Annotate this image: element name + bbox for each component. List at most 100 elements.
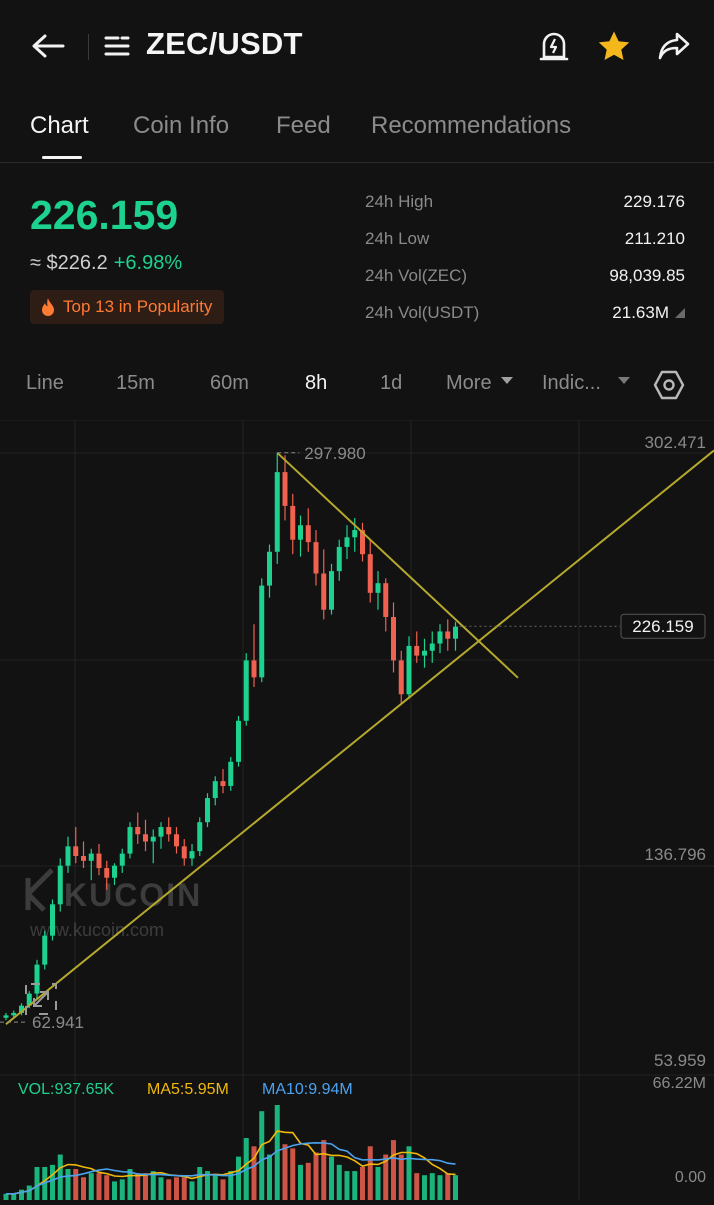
candle-body — [57, 865, 63, 905]
volume-bar — [166, 1179, 172, 1200]
candle-body — [174, 834, 179, 847]
tab-coin-info[interactable]: Coin Info — [133, 112, 229, 140]
stat-label: 24h Vol(ZEC) — [365, 266, 468, 285]
candle-body — [437, 631, 443, 644]
volume-bar — [81, 1177, 86, 1200]
stat-row: 24h Low 211.210 — [365, 229, 685, 259]
price-change: +6.98% — [113, 252, 183, 274]
volume-bar — [88, 1173, 94, 1200]
stat-value: 211.210 — [624, 229, 685, 248]
share-icon[interactable] — [656, 28, 692, 64]
flame-icon — [42, 298, 54, 316]
volume-bar — [158, 1177, 164, 1200]
interval-15m[interactable]: 15m — [116, 372, 155, 395]
top-bar: ZEC/USDT — [0, 0, 714, 92]
low-label: 62.941 — [32, 1013, 84, 1032]
candle-body — [391, 616, 396, 661]
stat-value: 229.176 — [623, 192, 685, 211]
volume-bar — [50, 1164, 55, 1200]
volume-bar — [453, 1175, 458, 1200]
stat-value: 21.63M — [612, 303, 669, 322]
volume-bar — [212, 1175, 218, 1200]
candle-body — [73, 846, 79, 856]
indicators-label: Indic... — [542, 372, 601, 394]
stat-label: 24h Vol(USDT) — [365, 303, 480, 322]
volume-bar — [313, 1152, 319, 1200]
volume-bar — [197, 1166, 203, 1200]
candle-body — [112, 865, 117, 878]
menu-list-icon[interactable] — [100, 28, 136, 64]
candle-body — [158, 827, 164, 837]
interval-line[interactable]: Line — [26, 372, 64, 395]
pair-title[interactable]: ZEC/USDT — [146, 26, 303, 62]
volume-bar — [267, 1154, 272, 1200]
tab-recommendations[interactable]: Recommendations — [371, 112, 571, 140]
stat-row: 24h Vol(USDT) 21.63M — [365, 303, 685, 333]
candle-body — [205, 798, 210, 823]
volume-bars — [3, 1105, 458, 1200]
popularity-text: Top 13 in Popularity — [63, 297, 213, 316]
tab-feed[interactable]: Feed — [276, 112, 331, 140]
volume-bar — [11, 1193, 17, 1200]
active-tab-indicator — [42, 156, 82, 159]
volume-bar — [236, 1156, 241, 1200]
stat-row: 24h Vol(ZEC) 98,039.85 — [365, 266, 685, 296]
volume-bar — [135, 1173, 141, 1200]
price-alert-icon[interactable] — [536, 28, 572, 64]
high-label: 297.980 — [304, 444, 365, 463]
candle-body — [197, 822, 203, 852]
indicators-dropdown[interactable]: Indic... — [542, 372, 631, 395]
volume-bar — [112, 1181, 117, 1200]
candle-body — [212, 781, 218, 799]
fiat-value: ≈ $226.2 — [30, 252, 108, 274]
candle-body — [367, 554, 373, 593]
volume-legend-ma10: MA10:9.94M — [262, 1081, 353, 1098]
volume-bar — [344, 1171, 350, 1200]
volume-bar — [414, 1173, 420, 1200]
interval-1d[interactable]: 1d — [380, 372, 402, 395]
tab-bar: Chart Coin Info Feed Recommendations — [0, 100, 714, 163]
candle-body — [135, 827, 141, 835]
candlestick-chart[interactable]: KUCOIN www.kucoin.com 302.471 136.796 53.9… — [0, 419, 714, 1200]
volume-bar — [127, 1169, 133, 1200]
interval-60m[interactable]: 60m — [210, 372, 249, 395]
popularity-badge[interactable]: Top 13 in Popularity — [30, 290, 225, 324]
candle-body — [267, 551, 272, 586]
volume-bar — [445, 1173, 451, 1200]
candle-body — [329, 571, 334, 610]
interval-more[interactable]: More — [446, 372, 514, 395]
interval-8h[interactable]: 8h — [305, 372, 327, 395]
candle-body — [3, 1015, 9, 1018]
volume-bar — [422, 1175, 427, 1200]
candle-body — [143, 834, 148, 842]
chart-settings-icon[interactable] — [653, 369, 685, 401]
candle-body — [34, 964, 40, 994]
volume-bar — [3, 1193, 9, 1200]
tab-chart[interactable]: Chart — [30, 112, 89, 140]
candle-body — [127, 827, 133, 854]
volume-bar — [367, 1146, 373, 1200]
volume-bar — [73, 1169, 79, 1200]
candle-body — [282, 472, 288, 506]
back-arrow-icon[interactable] — [30, 28, 66, 64]
volume-bar — [406, 1146, 412, 1200]
watermark-url: www.kucoin.com — [29, 920, 164, 940]
candle-body — [228, 761, 234, 786]
candle-body — [220, 781, 226, 786]
candle-body — [259, 585, 265, 678]
candle-body — [243, 660, 249, 721]
volume-bar — [321, 1140, 327, 1200]
volume-bar — [143, 1173, 148, 1200]
candle-body — [150, 836, 156, 842]
candle-body — [96, 853, 102, 869]
volume-bar — [391, 1140, 396, 1200]
candle-body — [383, 583, 389, 617]
volume-bar — [329, 1156, 334, 1200]
volume-bar — [26, 1185, 32, 1200]
chart-canvas[interactable]: KUCOIN www.kucoin.com 302.471136.79653.9… — [0, 419, 714, 1200]
interval-bar: Line 15m 60m 8h 1d More Indic... — [0, 360, 714, 412]
volume-bar — [352, 1171, 358, 1200]
favorite-star-icon[interactable] — [596, 28, 632, 64]
candle-body — [290, 505, 296, 540]
kucoin-logo-icon — [25, 868, 54, 912]
